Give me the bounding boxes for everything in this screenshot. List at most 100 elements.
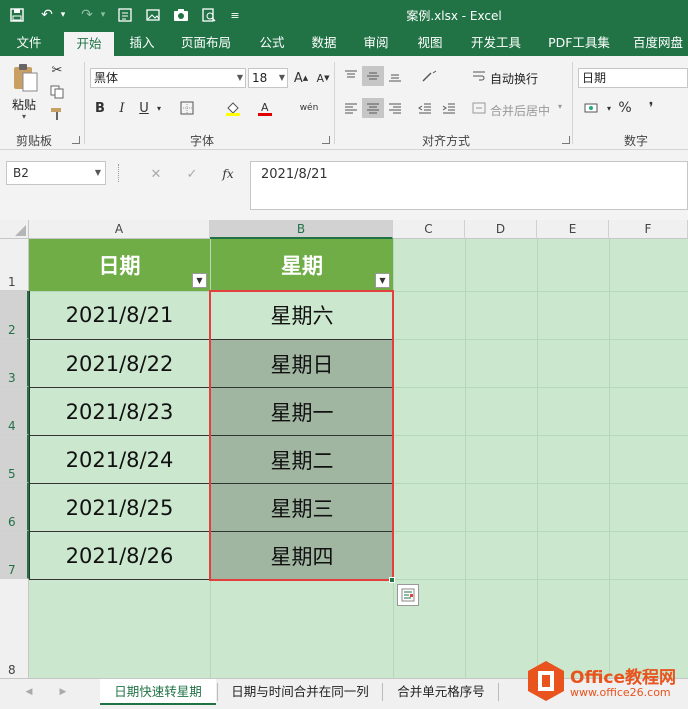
alignment-group-label: 对齐方式 xyxy=(422,134,471,148)
italic-button[interactable]: I xyxy=(112,98,132,118)
decrease-font-icon[interactable]: A ▼ xyxy=(314,68,332,88)
font-color-icon[interactable]: A xyxy=(254,98,276,118)
tab-data[interactable]: 数据 xyxy=(302,30,346,56)
formula-input[interactable]: 2021/8/21 xyxy=(250,161,688,210)
enter-icon[interactable]: ✓ xyxy=(182,164,202,184)
align-top-icon[interactable] xyxy=(340,66,362,86)
align-left-icon[interactable] xyxy=(340,98,362,118)
alignment-launcher-icon[interactable] xyxy=(562,136,570,144)
sheet-tab-merged-cell-numbering[interactable]: 合并单元格序号 xyxy=(386,679,496,705)
increase-font-icon[interactable]: A ▲ xyxy=(292,68,310,88)
fill-color-icon[interactable] xyxy=(222,98,244,118)
paste-dropdown-icon[interactable]: ▾ xyxy=(22,112,26,121)
cell-a4[interactable]: 2021/8/23 xyxy=(29,387,210,435)
tab-review[interactable]: 审阅 xyxy=(354,30,398,56)
align-center-icon[interactable] xyxy=(362,98,384,118)
cell-a7[interactable]: 2021/8/26 xyxy=(29,531,210,579)
bold-button[interactable]: B xyxy=(90,98,110,118)
tab-developer[interactable]: 开发工具 xyxy=(462,30,530,56)
cut-icon[interactable]: ✂ xyxy=(46,60,68,80)
underline-dropdown-icon[interactable]: ▾ xyxy=(154,98,164,118)
merge-dropdown-icon[interactable]: ▾ xyxy=(558,102,562,111)
tab-file[interactable]: 文件 xyxy=(6,30,52,56)
column-header-f[interactable]: F xyxy=(609,220,688,239)
clipboard-launcher-icon[interactable] xyxy=(72,136,80,144)
divider xyxy=(118,164,122,182)
number-format-value: 日期 xyxy=(582,71,607,85)
increase-indent-icon[interactable] xyxy=(438,98,460,118)
column-header-e[interactable]: E xyxy=(537,220,609,239)
column-header-c[interactable]: C xyxy=(393,220,465,239)
tab-insert[interactable]: 插入 xyxy=(120,30,164,56)
column-header-a[interactable]: A xyxy=(29,220,210,239)
tab-page-layout[interactable]: 页面布局 xyxy=(172,30,240,56)
decrease-indent-icon[interactable] xyxy=(414,98,436,118)
selection-border xyxy=(209,290,394,581)
ribbon: 粘贴 ▾ ✂ 剪贴板 黑体 ▼ 18 ▼ A ▲ A ▼ B I U ▾ A wén 字… xyxy=(0,56,688,150)
row-header-5[interactable]: 5 xyxy=(0,435,29,483)
insert-function-button[interactable]: fx xyxy=(218,164,238,184)
font-size-select[interactable]: 18 ▼ xyxy=(248,68,288,88)
font-group-label: 字体 xyxy=(190,134,215,148)
fill-handle[interactable] xyxy=(389,577,395,583)
percent-button[interactable]: % xyxy=(614,98,636,118)
cell-a5[interactable]: 2021/8/24 xyxy=(29,435,210,483)
column-header-d[interactable]: D xyxy=(465,220,537,239)
select-all-corner[interactable] xyxy=(0,220,29,239)
wrap-text-icon[interactable] xyxy=(470,66,488,86)
divider xyxy=(382,683,383,701)
tab-view[interactable]: 视图 xyxy=(408,30,452,56)
row-header-2[interactable]: 2 xyxy=(0,291,29,339)
table-header-weekday[interactable]: 星期 xyxy=(211,239,393,291)
row-header-1[interactable]: 1 xyxy=(0,239,29,291)
accounting-format-icon[interactable] xyxy=(580,98,604,118)
svg-text:A: A xyxy=(261,101,269,114)
underline-button[interactable]: U xyxy=(134,98,154,118)
name-box-value: B2 xyxy=(13,166,29,180)
format-painter-icon[interactable] xyxy=(46,104,68,124)
row-header-8[interactable]: 8 xyxy=(0,579,29,678)
row-header-3[interactable]: 3 xyxy=(0,339,29,387)
accounting-dropdown-icon[interactable]: ▾ xyxy=(604,98,614,118)
filter-dropdown-icon[interactable]: ▼ xyxy=(192,273,207,288)
tab-baidu-netdisk[interactable]: 百度网盘 xyxy=(628,30,688,56)
worksheet-grid[interactable]: A B C D E F 1 2 3 4 5 6 7 8 日期 ▼ 星期 ▼ 20… xyxy=(0,220,688,678)
tab-formulas[interactable]: 公式 xyxy=(250,30,294,56)
paste-icon[interactable] xyxy=(8,62,42,94)
paste-label[interactable]: 粘贴 xyxy=(12,96,36,113)
cell-a2[interactable]: 2021/8/21 xyxy=(29,291,210,339)
copy-icon[interactable] xyxy=(46,82,68,102)
row-header-6[interactable]: 6 xyxy=(0,483,29,531)
phonetic-guide-icon[interactable]: wén xyxy=(296,98,322,118)
tab-home[interactable]: 开始 xyxy=(64,32,114,56)
font-name-select[interactable]: 黑体 ▼ xyxy=(90,68,246,88)
tab-pdf-tools[interactable]: PDF工具集 xyxy=(540,30,618,56)
scroll-left-icon[interactable]: ◀ xyxy=(22,683,36,701)
cell-a3[interactable]: 2021/8/22 xyxy=(29,339,210,387)
merge-center-icon[interactable] xyxy=(470,98,488,118)
font-launcher-icon[interactable] xyxy=(322,136,330,144)
filter-dropdown-icon[interactable]: ▼ xyxy=(375,273,390,288)
watermark-brand: Office教程网 xyxy=(570,668,677,688)
row-header-7[interactable]: 7 xyxy=(0,531,29,579)
table-header-date[interactable]: 日期 xyxy=(29,239,210,291)
sheet-tab-date-to-weekday[interactable]: 日期快速转星期 xyxy=(100,679,216,705)
clipboard-group-label: 剪贴板 xyxy=(16,134,53,148)
row-header-4[interactable]: 4 xyxy=(0,387,29,435)
comma-style-icon[interactable]: ❜ xyxy=(640,98,662,118)
wrap-text-button[interactable]: 自动换行 xyxy=(490,70,538,87)
column-header-b[interactable]: B xyxy=(210,220,393,239)
align-middle-icon[interactable] xyxy=(362,66,384,86)
sheet-tab-merge-date-time[interactable]: 日期与时间合并在同一列 xyxy=(220,679,380,705)
scroll-right-icon[interactable]: ▶ xyxy=(56,683,70,701)
orientation-icon[interactable] xyxy=(416,66,444,86)
merge-center-button[interactable]: 合并后居中 xyxy=(490,102,550,119)
align-right-icon[interactable] xyxy=(384,98,406,118)
borders-icon[interactable] xyxy=(176,98,198,118)
cancel-icon[interactable]: ✕ xyxy=(146,164,166,184)
number-format-select[interactable]: 日期 xyxy=(578,68,688,88)
quick-analysis-icon[interactable] xyxy=(397,584,419,606)
align-bottom-icon[interactable] xyxy=(384,66,406,86)
name-box[interactable]: B2 ▼ xyxy=(6,161,106,185)
cell-a6[interactable]: 2021/8/25 xyxy=(29,483,210,531)
